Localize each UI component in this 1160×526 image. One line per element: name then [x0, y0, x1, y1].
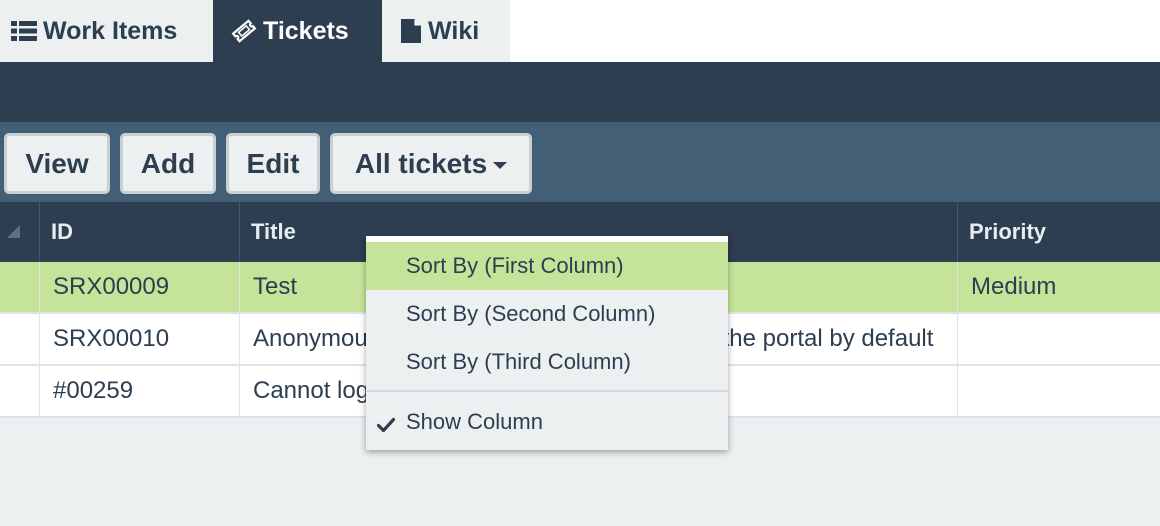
menu-item-sort-first-column[interactable]: Sort By (First Column)	[366, 242, 728, 290]
row-handle	[0, 262, 39, 312]
row-handle	[0, 366, 39, 416]
menu-item-show-column[interactable]: Show Column	[366, 396, 728, 448]
view-button[interactable]: View	[4, 133, 110, 194]
menu-item-sort-third-column[interactable]: Sort By (Third Column)	[366, 338, 728, 386]
edit-button[interactable]: Edit	[226, 133, 320, 194]
ticket-id: SRX00010	[39, 314, 239, 364]
ticket-priority	[957, 366, 1160, 416]
add-button[interactable]: Add	[120, 133, 216, 194]
menu-item-sort-second-column[interactable]: Sort By (Second Column)	[366, 290, 728, 338]
tab-wiki[interactable]: Wiki	[382, 0, 510, 62]
tab-label: Work Items	[43, 16, 178, 45]
ticket-priority	[957, 314, 1160, 364]
document-icon	[400, 18, 422, 44]
toolbar: View Add Edit All tickets	[0, 122, 1160, 202]
menu-divider	[366, 390, 728, 392]
ticket-filter-dropdown[interactable]: All tickets	[330, 133, 532, 194]
column-header-priority[interactable]: Priority	[957, 202, 1160, 262]
tab-label: Tickets	[263, 16, 349, 45]
row-handle	[0, 314, 39, 364]
row-handle-header[interactable]	[0, 202, 39, 262]
column-header-id[interactable]: ID	[39, 202, 239, 262]
corner-resize-icon	[5, 219, 21, 245]
ticket-filter-label: All tickets	[354, 147, 488, 179]
menu-item-label: Show Column	[406, 409, 543, 434]
checkmark-icon	[376, 413, 396, 439]
tab-bar: Work Items Tickets Wiki	[0, 0, 1160, 62]
ticket-priority: Medium	[957, 262, 1160, 312]
ticket-icon	[231, 19, 257, 43]
caret-down-icon	[493, 161, 508, 169]
tab-label: Wiki	[428, 16, 480, 45]
column-context-menu: Sort By (First Column) Sort By (Second C…	[366, 236, 728, 450]
tab-tickets[interactable]: Tickets	[213, 0, 382, 62]
ticket-id: SRX00009	[39, 262, 239, 312]
list-icon	[11, 20, 37, 42]
ticket-id: #00259	[39, 366, 239, 416]
header-bar	[0, 62, 1160, 122]
tab-work-items[interactable]: Work Items	[0, 0, 213, 62]
